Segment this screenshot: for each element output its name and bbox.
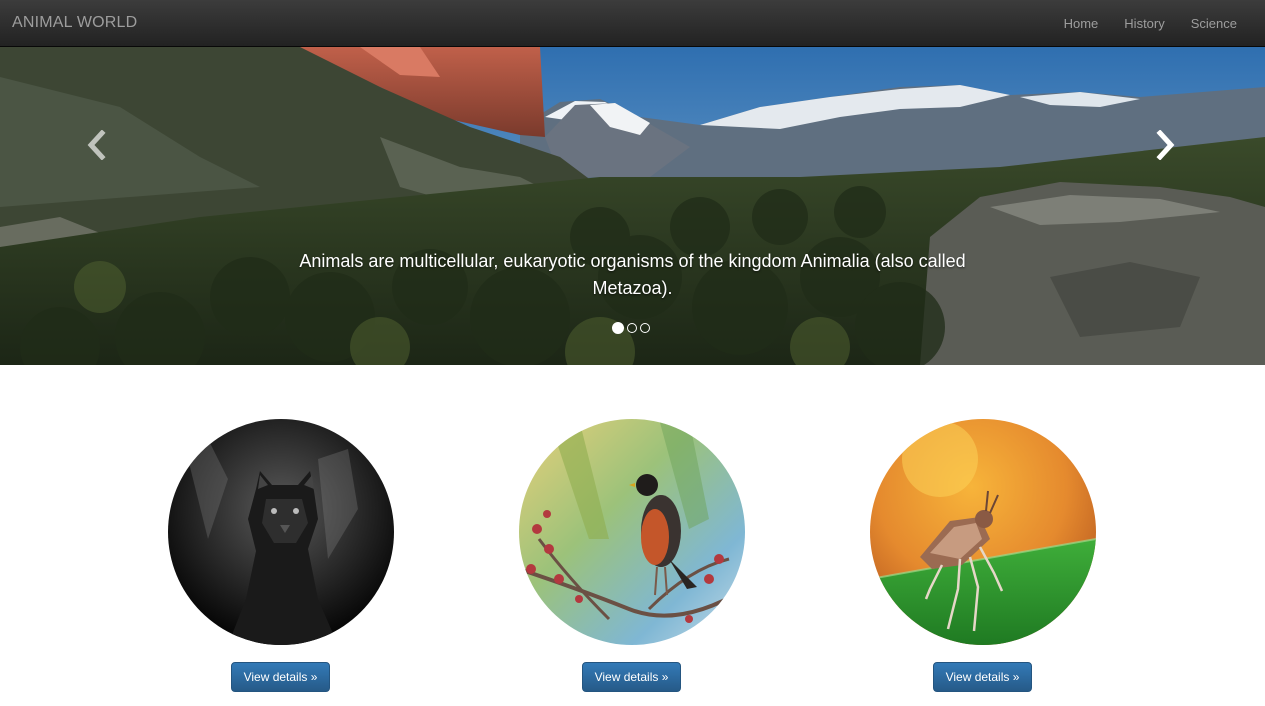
chevron-left-icon — [87, 130, 106, 160]
view-details-button-3[interactable]: View details » — [933, 662, 1032, 692]
nav-link-history[interactable]: History — [1111, 0, 1177, 47]
robin-bird-photo — [519, 419, 745, 645]
top-navbar: ANIMAL WORLD Home History Science — [0, 0, 1265, 47]
hero-carousel: Animals are multicellular, eukaryotic or… — [0, 47, 1265, 365]
feature-card-bug: View details » — [870, 419, 1096, 692]
chevron-right-icon — [1156, 130, 1175, 160]
mountain-landscape-image — [0, 47, 1265, 365]
nav-link-science[interactable]: Science — [1178, 0, 1265, 47]
view-details-button-1[interactable]: View details » — [231, 662, 330, 692]
carousel-indicator-1[interactable] — [612, 322, 624, 334]
stink-bug-photo — [870, 419, 1096, 645]
carousel-caption: Animals are multicellular, eukaryotic or… — [299, 251, 966, 298]
carousel-prev-button[interactable] — [76, 125, 116, 165]
carousel-indicator-2[interactable] — [627, 323, 637, 333]
feature-card-panther: View details » — [168, 419, 394, 692]
nav-link-home[interactable]: Home — [1051, 0, 1112, 47]
nav-links: Home History Science — [1051, 0, 1265, 47]
view-details-button-2[interactable]: View details » — [582, 662, 681, 692]
panther-photo — [168, 419, 394, 645]
carousel-next-button[interactable] — [1146, 125, 1186, 165]
brand-logo-text[interactable]: ANIMAL WORLD — [12, 14, 137, 32]
feature-card-robin: View details » — [519, 419, 745, 692]
carousel-indicators — [612, 322, 650, 334]
carousel-indicator-3[interactable] — [640, 323, 650, 333]
